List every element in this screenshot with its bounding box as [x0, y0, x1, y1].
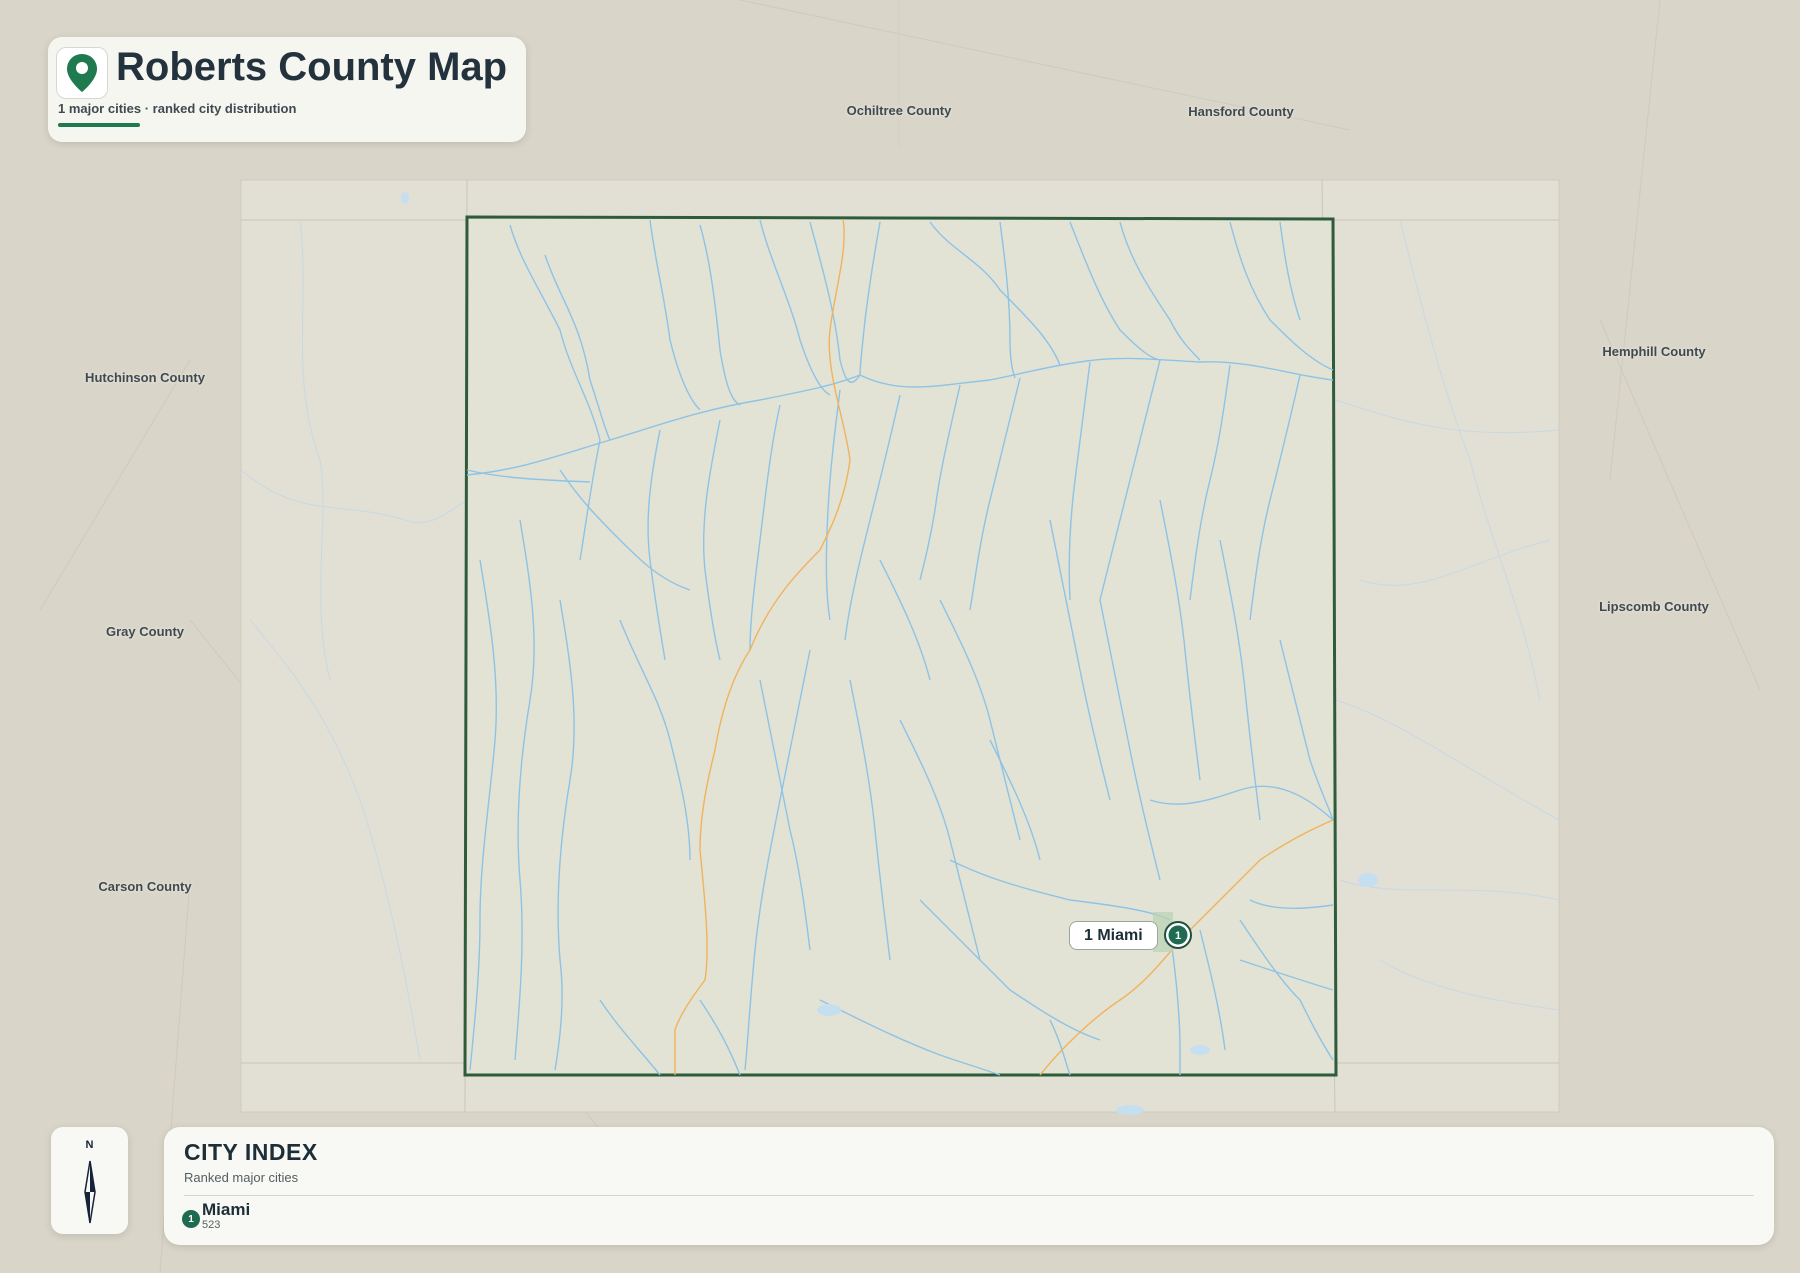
page-subtitle: 1 major cities · ranked city distributio… [58, 101, 297, 116]
city-name: Miami [202, 1200, 251, 1219]
city-marker-miami[interactable]: 1 [1164, 921, 1192, 949]
compass-needle-icon [77, 1159, 103, 1230]
region-line [1609, 0, 1661, 481]
compass: N [51, 1127, 128, 1234]
county-label-carson: Carson County [98, 879, 192, 894]
map-canvas[interactable] [0, 0, 1800, 1273]
city-marker-rank: 1 [1175, 930, 1181, 942]
city-index-subtitle: Ranked major cities [184, 1170, 299, 1185]
title-card: Roberts County Map 1 major cities · rank… [48, 37, 526, 142]
county-label-lipscomb: Lipscomb County [1599, 599, 1709, 614]
city-index-item[interactable]: 1 Miami 523 [182, 1200, 382, 1240]
city-population: 523 [202, 1219, 221, 1231]
city-index-panel: CITY INDEX Ranked major cities 1 Miami 5… [164, 1127, 1774, 1245]
page-title: Roberts County Map [116, 45, 508, 89]
divider [184, 1195, 1754, 1196]
region-line [39, 359, 191, 611]
region-line [1599, 319, 1761, 691]
rank-badge: 1 [182, 1210, 200, 1228]
city-label-miami[interactable]: 1 Miami [1069, 921, 1158, 950]
county-label-hemphill: Hemphill County [1602, 344, 1706, 359]
county-label-hutchinson: Hutchinson County [85, 370, 205, 385]
map-pin-icon [56, 47, 108, 99]
city-index-title: CITY INDEX [184, 1139, 318, 1165]
roberts-county-boundary [463, 215, 1338, 1077]
title-accent-bar [58, 123, 140, 127]
county-label-gray: Gray County [105, 624, 185, 639]
compass-north-label: N [85, 1139, 94, 1151]
county-label-ochiltree: Ochiltree County [846, 103, 952, 118]
county-label-hansford: Hansford County [1188, 104, 1294, 119]
